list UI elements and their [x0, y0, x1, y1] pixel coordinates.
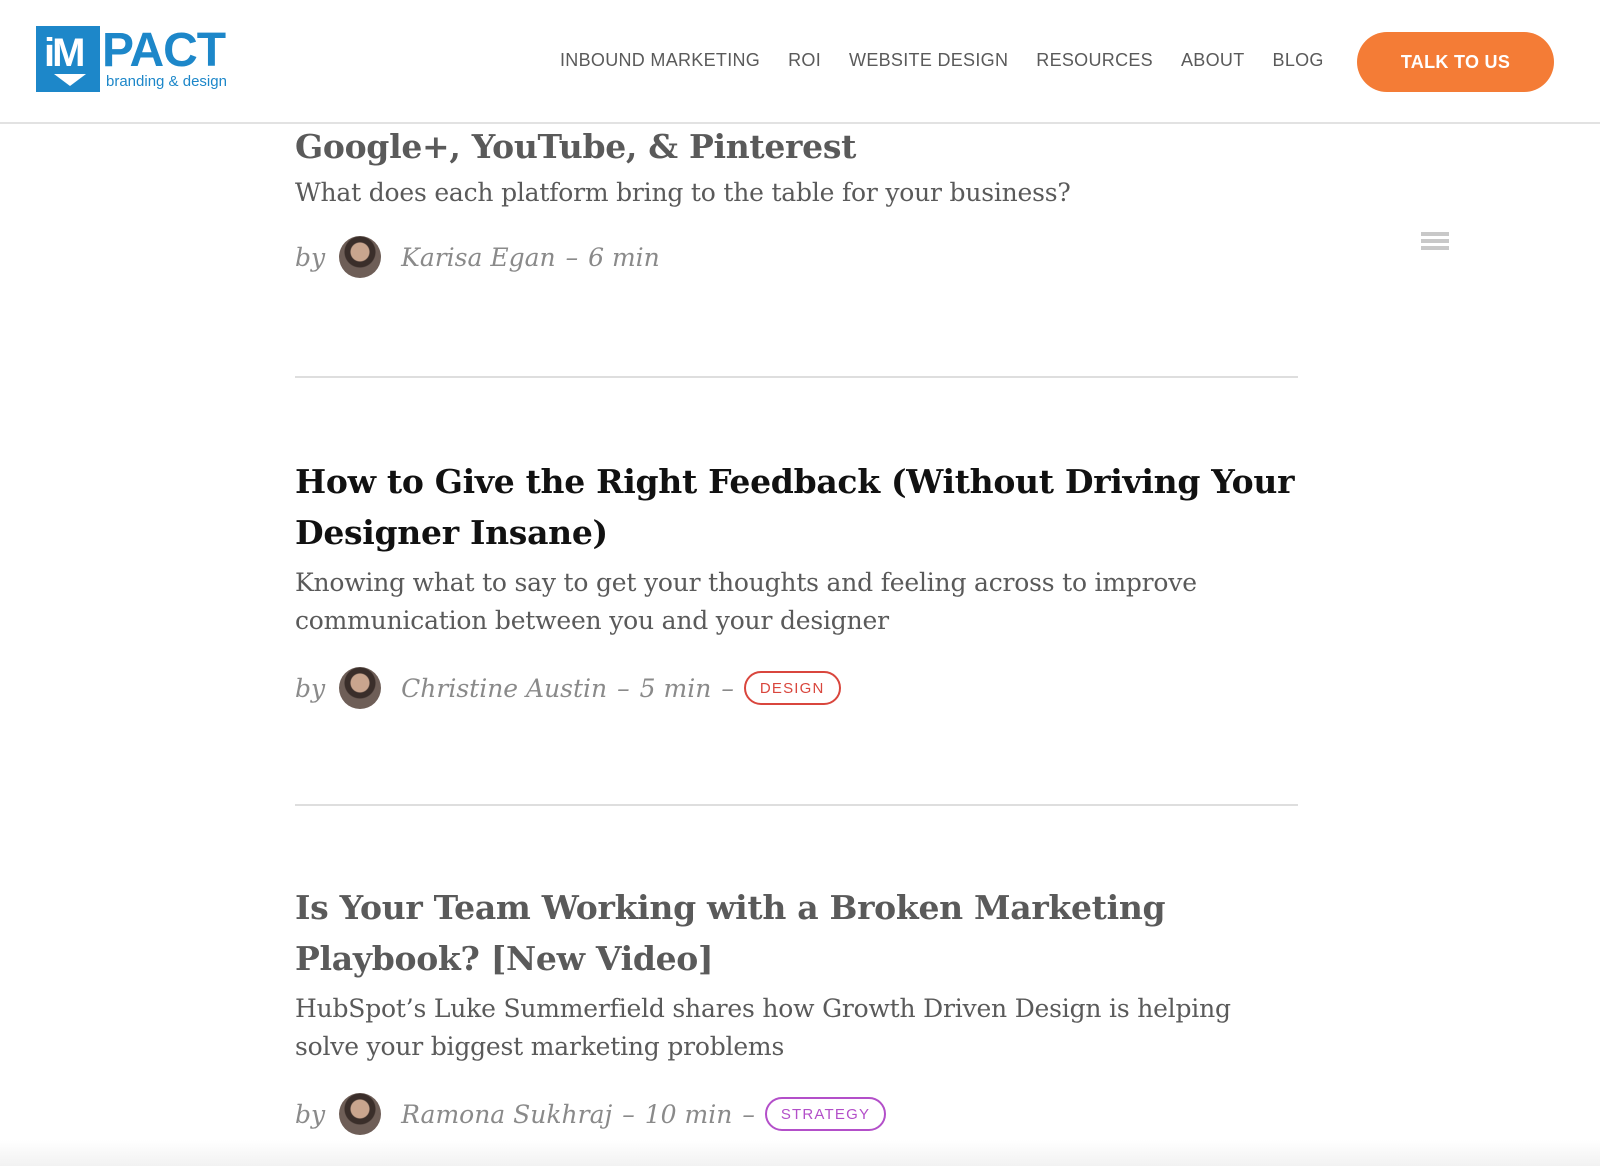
nav-inbound-marketing[interactable]: INBOUND MARKETING [560, 48, 760, 72]
read-time: 10 min [644, 1099, 733, 1129]
article-description: What does each platform bring to the tab… [295, 178, 1071, 207]
menu-line [1421, 232, 1449, 236]
site-header: iM PACT branding & design INBOUND MARKET… [0, 0, 1600, 124]
meta-separator: – [617, 673, 630, 703]
article-card: Is Your Team Working with a Broken Marke… [295, 882, 1300, 1136]
logo-mark: iM [36, 26, 100, 92]
article-divider [295, 804, 1298, 806]
by-label: by [295, 673, 326, 703]
meta-separator: – [565, 242, 579, 272]
nav-blog[interactable]: BLOG [1273, 48, 1324, 72]
category-tag-design[interactable]: DESIGN [743, 671, 841, 705]
logo-arrow-icon [54, 74, 86, 86]
logo-box-letters: iM [44, 31, 85, 75]
read-time: 6 min [588, 242, 660, 272]
by-label: by [295, 1099, 326, 1129]
article-divider [295, 376, 1298, 378]
main-nav: INBOUND MARKETING ROI WEBSITE DESIGN RES… [560, 48, 1352, 72]
article-card: Google+, YouTube, & Pinterest What does … [295, 121, 1300, 279]
author-name[interactable]: Karisa Egan [401, 243, 555, 272]
read-time: 5 min [639, 673, 712, 703]
article-title[interactable]: Is Your Team Working with a Broken Marke… [295, 882, 1300, 984]
article-title[interactable]: Google+, YouTube, & Pinterest [295, 121, 1300, 172]
logo-tagline: branding & design [106, 73, 227, 90]
author-name[interactable]: Ramona Sukhraj [401, 1100, 612, 1129]
menu-line [1421, 239, 1449, 243]
meta-separator: – [721, 673, 734, 703]
article-meta: by Karisa Egan – 6 min [295, 235, 1300, 279]
avatar [339, 236, 382, 278]
nav-resources[interactable]: RESOURCES [1036, 48, 1153, 72]
article-description: HubSpot’s Luke Summerfield shares how Gr… [295, 994, 1231, 1061]
nav-about[interactable]: ABOUT [1181, 48, 1245, 72]
meta-separator: – [622, 1099, 635, 1129]
avatar [339, 667, 382, 709]
impact-logo[interactable]: iM PACT branding & design [36, 26, 227, 92]
bottom-fade [0, 1140, 1600, 1166]
menu-line [1421, 246, 1449, 250]
nav-roi[interactable]: ROI [788, 48, 821, 72]
logo-text: PACT branding & design [102, 26, 227, 90]
by-label: by [295, 242, 326, 272]
nav-website-design[interactable]: WEBSITE DESIGN [849, 48, 1008, 72]
article-card: How to Give the Right Feedback (Without … [295, 456, 1300, 710]
article-meta: by Christine Austin – 5 min – DESIGN [295, 666, 1300, 710]
menu-lines-icon[interactable] [1421, 232, 1449, 256]
article-title[interactable]: How to Give the Right Feedback (Without … [295, 456, 1300, 558]
meta-separator: – [742, 1099, 755, 1129]
article-description: Knowing what to say to get your thoughts… [295, 568, 1197, 635]
logo-word: PACT [102, 24, 226, 77]
article-meta: by Ramona Sukhraj – 10 min – STRATEGY [295, 1092, 1300, 1136]
author-name[interactable]: Christine Austin [401, 674, 607, 703]
category-tag-strategy[interactable]: STRATEGY [764, 1097, 887, 1131]
talk-to-us-button[interactable]: TALK TO US [1357, 32, 1554, 92]
avatar [339, 1093, 382, 1135]
